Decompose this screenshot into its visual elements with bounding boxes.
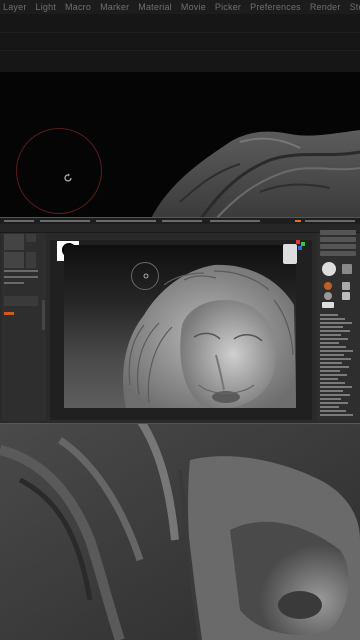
menu-item-render[interactable]: Render: [307, 2, 347, 12]
embedded-viewport[interactable]: [64, 245, 296, 408]
right-panel-item[interactable]: [320, 398, 341, 400]
right-panel-item[interactable]: [320, 390, 343, 392]
right-panel-item[interactable]: [320, 362, 342, 364]
right-panel-item[interactable]: [320, 378, 338, 380]
right-panel-item[interactable]: [320, 322, 352, 324]
right-panel-item[interactable]: [320, 374, 347, 376]
right-panel-item[interactable]: [320, 406, 339, 408]
canvas-background-bottom[interactable]: [0, 420, 360, 640]
menu-item-picker[interactable]: Picker: [212, 2, 247, 12]
right-button-3[interactable]: [320, 244, 356, 249]
menu-item-macro[interactable]: Macro: [62, 2, 97, 12]
right-panel-item[interactable]: [320, 342, 339, 344]
right-panel-item[interactable]: [320, 414, 353, 416]
right-panel-item[interactable]: [320, 386, 352, 388]
alpha-thumbnail[interactable]: [4, 252, 24, 268]
right-panel-item[interactable]: [320, 394, 350, 396]
menu-item-preferences[interactable]: Preferences: [247, 2, 307, 12]
right-panel-item[interactable]: [320, 366, 349, 368]
right-panel-item[interactable]: [320, 326, 343, 328]
main-menu-bar: Layer Light Macro Marker Material Movie Picker…: [0, 0, 360, 14]
left-scrollbar[interactable]: [42, 300, 45, 330]
right-panel-item[interactable]: [320, 350, 353, 352]
top-shelf: [0, 14, 360, 73]
star-tool-icon[interactable]: [342, 292, 350, 300]
right-button-2[interactable]: [320, 237, 356, 242]
texture-thumbnail[interactable]: [26, 252, 36, 268]
menu-item-movie[interactable]: Movie: [178, 2, 212, 12]
tool-thumb-icon[interactable]: [342, 264, 352, 274]
viewport-rotate-icon: [143, 273, 149, 279]
right-panel-item[interactable]: [320, 330, 350, 332]
left-label-1: [4, 270, 38, 272]
right-panel-item[interactable]: [320, 358, 351, 360]
menu-item-stencil[interactable]: Stencil: [347, 2, 360, 12]
menu-item-marker[interactable]: Marker: [97, 2, 135, 12]
menu-item-layer[interactable]: Layer: [0, 2, 33, 12]
rotate-icon: [64, 173, 72, 182]
left-accent: [4, 312, 14, 315]
right-panel-item[interactable]: [320, 354, 344, 356]
right-button-1[interactable]: [320, 230, 356, 235]
color-picker[interactable]: [4, 296, 38, 306]
subtool-thumb[interactable]: [322, 302, 334, 308]
brush-radius-ring: [16, 128, 102, 214]
right-panel-item[interactable]: [320, 410, 346, 412]
menu-item-light[interactable]: Light: [33, 2, 63, 12]
gear-icon[interactable]: [342, 282, 350, 290]
brush-thumbnail[interactable]: [4, 234, 24, 250]
lion-head-sculpt: [123, 264, 296, 408]
right-panel-item[interactable]: [320, 370, 340, 372]
right-panel-item[interactable]: [320, 402, 348, 404]
axis-gizmo-icon[interactable]: [296, 240, 306, 252]
right-button-4[interactable]: [320, 251, 356, 256]
right-panel-item[interactable]: [320, 338, 348, 340]
right-panel-item[interactable]: [320, 318, 345, 320]
embedded-toolbar: [0, 224, 360, 233]
left-label-2: [4, 276, 38, 278]
menu-item-material[interactable]: Material: [135, 2, 178, 12]
right-panel-item[interactable]: [320, 314, 338, 316]
right-panel-item[interactable]: [320, 334, 341, 336]
material-sphere-icon[interactable]: [322, 262, 336, 276]
presenter-avatar: [283, 244, 297, 264]
stroke-thumbnail[interactable]: [26, 234, 36, 242]
right-panel-item[interactable]: [320, 346, 346, 348]
orange-tool-icon[interactable]: [324, 282, 332, 290]
sculpt-lion-closeup: [0, 420, 360, 640]
sphere-tool-icon[interactable]: [324, 292, 332, 300]
left-label-3: [4, 282, 24, 284]
right-panel-item[interactable]: [320, 382, 345, 384]
